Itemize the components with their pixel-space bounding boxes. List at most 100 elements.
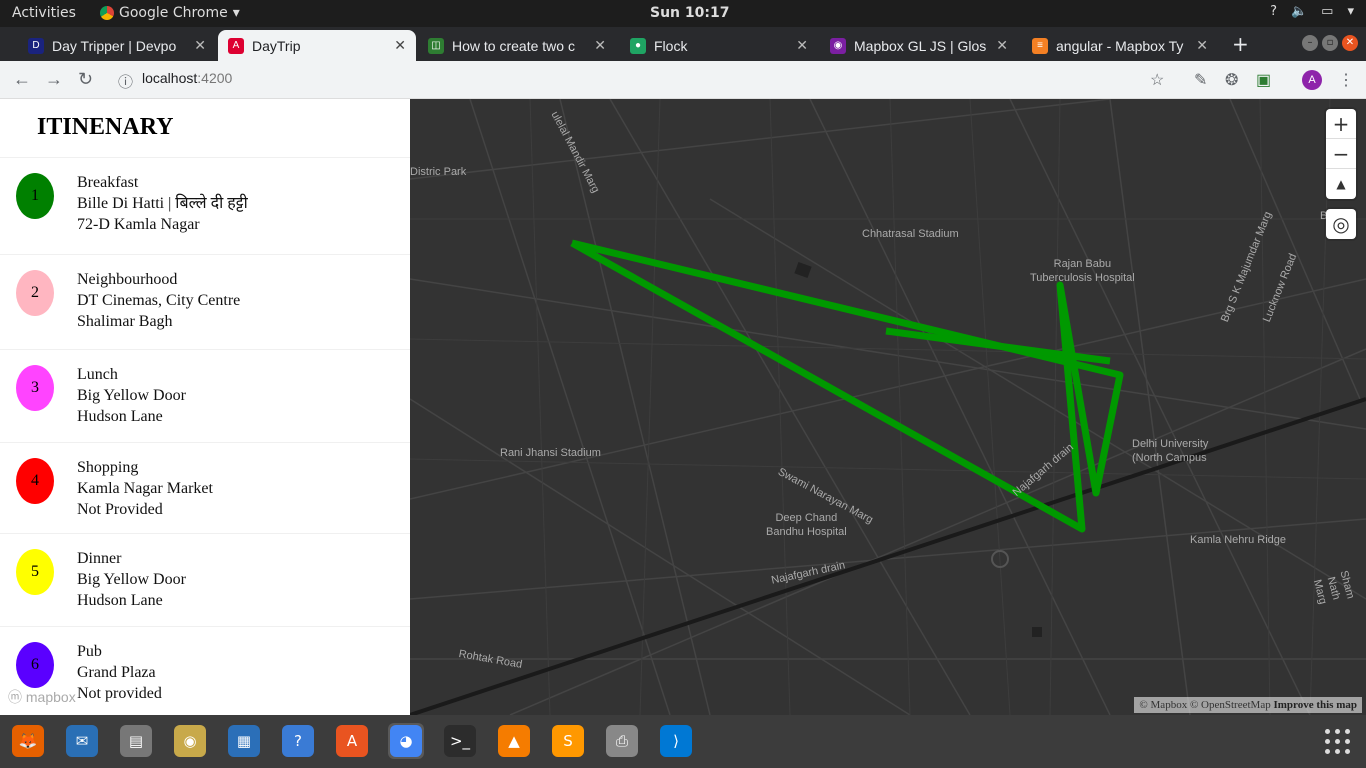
improve-map-link[interactable]: Improve this map: [1273, 699, 1357, 711]
extension-green-icon[interactable]: ▣: [1256, 70, 1271, 90]
stop-name: Grand Plaza: [77, 664, 156, 681]
tab-close-icon[interactable]: ✕: [1196, 37, 1208, 54]
attribution-mapbox[interactable]: © Mapbox: [1139, 699, 1187, 711]
app-menu[interactable]: Google Chrome ▾: [100, 5, 240, 21]
tab-strip: D Day Tripper | Devpo ✕ A DayTrip ✕ ◫ How to cr…: [0, 27, 1366, 61]
tab-favicon-icon: ◉: [830, 37, 846, 54]
files-icon[interactable]: ▤: [118, 723, 154, 759]
tab-close-icon[interactable]: ✕: [194, 37, 206, 54]
tab-title: Mapbox GL JS | Glos: [854, 37, 987, 54]
stop-details: Breakfast Bille Di Hatti | बिल्ले दी हट्…: [77, 172, 248, 235]
tab-3[interactable]: ● Flock ✕: [620, 30, 818, 61]
address-bar[interactable]: localhost:4200: [142, 70, 232, 86]
itinerary-item[interactable]: 2 Neighbourhood DT Cinemas, City Centre …: [0, 254, 410, 349]
stop-name: DT Cinemas, City Centre: [77, 292, 241, 309]
stop-address: Shalimar Bagh: [77, 313, 173, 330]
writer-icon[interactable]: ▦: [226, 723, 262, 759]
terminal-icon[interactable]: >_: [442, 723, 478, 759]
vscode-icon[interactable]: ⟩: [658, 723, 694, 759]
volume-icon[interactable]: 🔈: [1291, 4, 1307, 19]
tab-2[interactable]: ◫ How to create two c ✕: [418, 30, 616, 61]
tab-close-icon[interactable]: ✕: [594, 37, 606, 54]
map-canvas[interactable]: Distric Park Chhatrasal Stadium Rajan Ba…: [410, 99, 1366, 715]
tab-5[interactable]: ≡ angular - Mapbox Ty ✕: [1022, 30, 1218, 61]
battery-icon[interactable]: ▭: [1321, 4, 1333, 19]
stop-category: Neighbourhood: [77, 271, 178, 288]
site-info-icon[interactable]: ⓘ: [118, 71, 133, 92]
chrome-icon[interactable]: ◕: [388, 723, 424, 759]
help-icon[interactable]: ?: [280, 723, 316, 759]
printer-icon[interactable]: ⎙: [604, 723, 640, 759]
stop-category: Dinner: [77, 550, 122, 567]
itinerary-item[interactable]: 1 Breakfast Bille Di Hatti | बिल्ले दी ह…: [0, 157, 410, 254]
itinerary-item[interactable]: 5 Dinner Big Yellow Door Hudson Lane: [0, 533, 410, 626]
itinerary-panel: ITINENARY 1 Breakfast Bille Di Hatti | ब…: [0, 99, 410, 715]
stop-number-badge: 2: [16, 270, 54, 316]
itinerary-item[interactable]: 4 Shopping Kamla Nagar Market Not Provid…: [0, 442, 410, 533]
close-window-button[interactable]: ✕: [1342, 35, 1358, 51]
tab-4[interactable]: ◉ Mapbox GL JS | Glos ✕: [820, 30, 1018, 61]
app-name: Google Chrome: [119, 5, 228, 21]
tab-1[interactable]: A DayTrip ✕: [218, 30, 416, 61]
itinerary-heading: ITINENARY: [37, 114, 174, 140]
tab-close-icon[interactable]: ✕: [796, 37, 808, 54]
stop-category: Pub: [77, 643, 102, 660]
back-button[interactable]: ←: [13, 69, 31, 90]
geolocate-control: ◎: [1326, 209, 1356, 239]
software-icon[interactable]: A: [334, 723, 370, 759]
chrome-icon: [100, 6, 114, 20]
stop-number-badge: 6: [16, 642, 54, 688]
reload-button[interactable]: ↻: [78, 69, 93, 90]
window-controls: – ▫ ✕: [1302, 35, 1358, 51]
map-label-kamla-nehru: Kamla Nehru Ridge: [1190, 534, 1286, 546]
tab-favicon-icon: A: [228, 37, 244, 54]
system-top-bar: Activities Google Chrome ▾ Sun 10:17 ? 🔈…: [0, 0, 1366, 27]
stop-address: Not provided: [77, 685, 162, 702]
chrome-menu-icon[interactable]: ⋮: [1338, 70, 1354, 90]
stop-address: Hudson Lane: [77, 592, 163, 609]
tab-favicon-icon: ●: [630, 37, 646, 54]
minimize-button[interactable]: –: [1302, 35, 1318, 51]
tab-close-icon[interactable]: ✕: [996, 37, 1008, 54]
stop-number-badge: 4: [16, 458, 54, 504]
browser-toolbar: ← → ↻ ⓘ localhost:4200 ☆ ✎ ❂ ▣ A ⋮: [0, 61, 1366, 99]
system-menu-icon[interactable]: ▾: [1347, 4, 1354, 19]
compass-button[interactable]: ▲: [1326, 169, 1356, 199]
chevron-down-icon: ▾: [232, 5, 240, 21]
help-icon[interactable]: ?: [1270, 4, 1277, 19]
rhythmbox-icon[interactable]: ◉: [172, 723, 208, 759]
firefox-icon[interactable]: 🦊: [10, 723, 46, 759]
bookmark-star-icon[interactable]: ☆: [1150, 70, 1164, 90]
stop-details: Neighbourhood DT Cinemas, City Centre Sh…: [77, 269, 240, 332]
maximize-button[interactable]: ▫: [1322, 35, 1338, 51]
show-apps-button[interactable]: [1325, 729, 1351, 755]
new-tab-button[interactable]: +: [1232, 32, 1249, 56]
stop-address: Not Provided: [77, 501, 163, 518]
zoom-in-button[interactable]: +: [1326, 109, 1356, 139]
tab-favicon-icon: ≡: [1032, 37, 1048, 54]
tab-0[interactable]: D Day Tripper | Devpo ✕: [18, 30, 216, 61]
zoom-out-button[interactable]: −: [1326, 139, 1356, 169]
extension-feather-icon[interactable]: ❂: [1225, 70, 1238, 90]
stop-name: Kamla Nagar Market: [77, 480, 213, 497]
map-attribution: © Mapbox © OpenStreetMap Improve this ma…: [1134, 697, 1362, 713]
attribution-osm[interactable]: © OpenStreetMap: [1190, 699, 1271, 711]
extension-eyedropper-icon[interactable]: ✎: [1194, 70, 1207, 90]
stop-details: Dinner Big Yellow Door Hudson Lane: [77, 548, 186, 611]
geolocate-button[interactable]: ◎: [1326, 209, 1356, 239]
system-tray[interactable]: ? 🔈 ▭ ▾: [1270, 4, 1354, 19]
forward-button[interactable]: →: [45, 69, 63, 90]
itinerary-item[interactable]: 3 Lunch Big Yellow Door Hudson Lane: [0, 349, 410, 442]
profile-avatar[interactable]: A: [1302, 70, 1322, 90]
map-label-rani-jhansi: Rani Jhansi Stadium: [500, 447, 601, 459]
clock[interactable]: Sun 10:17: [650, 5, 729, 21]
thunderbird-icon[interactable]: ✉: [64, 723, 100, 759]
sublime-icon[interactable]: S: [550, 723, 586, 759]
activities-button[interactable]: Activities: [12, 5, 76, 21]
map-label-distric-park: Distric Park: [410, 166, 467, 178]
mapbox-logo[interactable]: ⓜ mapbox: [8, 687, 76, 707]
tab-close-icon[interactable]: ✕: [394, 37, 406, 54]
vlc-icon[interactable]: ▲: [496, 723, 532, 759]
stop-name: Bille Di Hatti | बिल्ले दी हट्टी: [77, 195, 248, 212]
tab-title: Flock: [654, 37, 688, 54]
